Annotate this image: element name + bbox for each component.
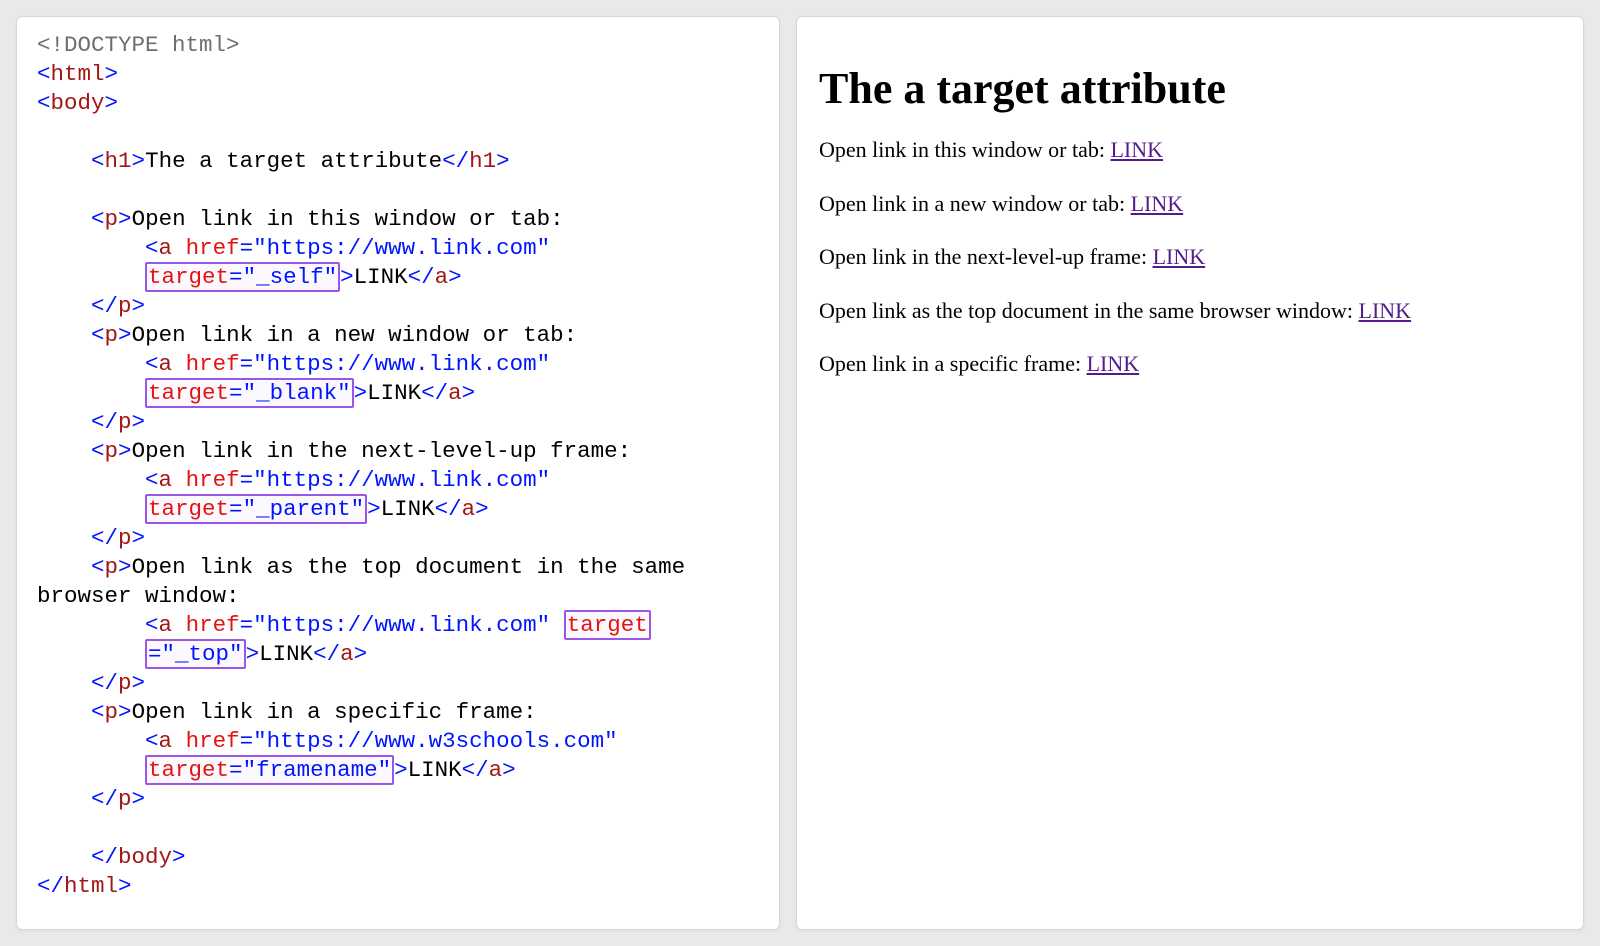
code-block: <!DOCTYPE html> <html> <body> <h1>The a … [37, 31, 759, 901]
preview-link[interactable]: LINK [1131, 191, 1184, 216]
target-highlight: target="_blank" [145, 378, 354, 408]
target-highlight: target="_self" [145, 262, 340, 292]
doctype-line: <!DOCTYPE html> [37, 32, 240, 58]
target-highlight: ="_top" [145, 639, 246, 669]
preview-text: Open link in the next-level-up frame: [819, 244, 1153, 269]
preview-paragraph: Open link in this window or tab: LINK [819, 136, 1561, 164]
split-view: <!DOCTYPE html> <html> <body> <h1>The a … [0, 0, 1600, 946]
preview-link[interactable]: LINK [1153, 244, 1206, 269]
preview-paragraph: Open link in a specific frame: LINK [819, 350, 1561, 378]
preview-paragraph: Open link as the top document in the sam… [819, 297, 1561, 325]
target-highlight: target="framename" [145, 755, 394, 785]
preview-paragraph: Open link in a new window or tab: LINK [819, 190, 1561, 218]
preview-link[interactable]: LINK [1110, 137, 1163, 162]
target-highlight: target [564, 610, 651, 640]
preview-panel: The a target attribute Open link in this… [796, 16, 1584, 930]
preview-heading: The a target attribute [819, 63, 1561, 114]
code-panel: <!DOCTYPE html> <html> <body> <h1>The a … [16, 16, 780, 930]
preview-text: Open link in this window or tab: [819, 137, 1110, 162]
preview-text: Open link in a specific frame: [819, 351, 1087, 376]
preview-link[interactable]: LINK [1087, 351, 1140, 376]
target-highlight: target="_parent" [145, 494, 367, 524]
preview-text: Open link in a new window or tab: [819, 191, 1131, 216]
preview-paragraph: Open link in the next-level-up frame: LI… [819, 243, 1561, 271]
preview-link[interactable]: LINK [1359, 298, 1412, 323]
preview-text: Open link as the top document in the sam… [819, 298, 1359, 323]
